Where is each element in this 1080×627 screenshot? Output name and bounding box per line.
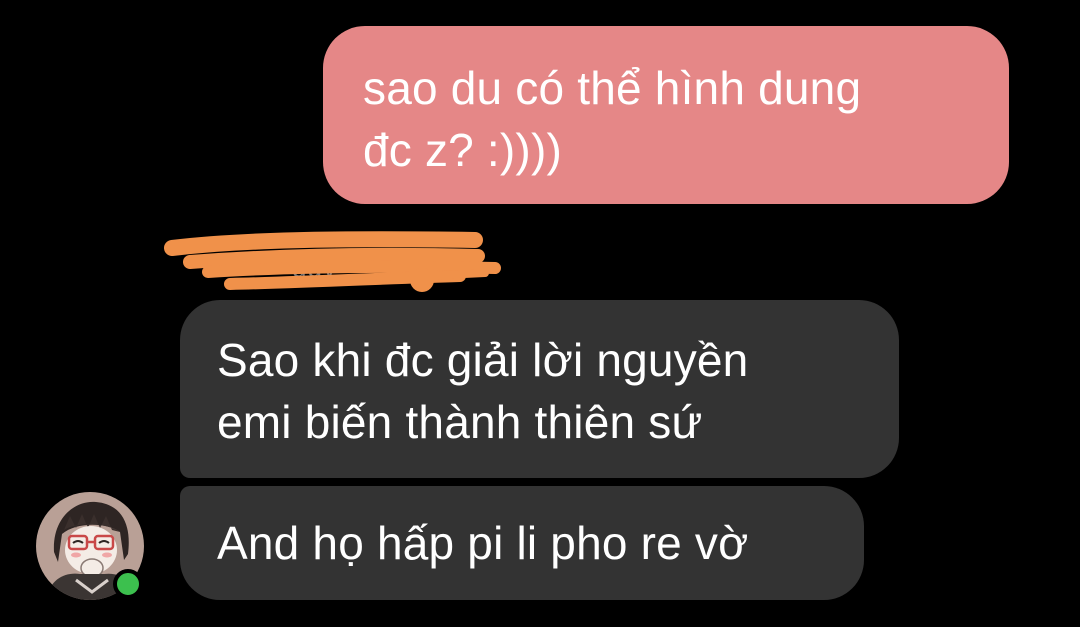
incoming-message-bubble[interactable]: And họ hấp pi li pho re vờ (180, 486, 864, 600)
sender-avatar[interactable] (36, 492, 146, 602)
redaction-scribble (164, 231, 501, 292)
chat-thread: sao du có thể hình dung đc z? :)))) ggy … (0, 0, 1080, 627)
online-status-indicator (113, 569, 143, 599)
outgoing-message-bubble[interactable]: sao du có thể hình dung đc z? :)))) (323, 26, 1009, 204)
incoming-message-bubble[interactable]: Sao khi đc giải lời nguyền emi biến thàn… (180, 300, 899, 478)
